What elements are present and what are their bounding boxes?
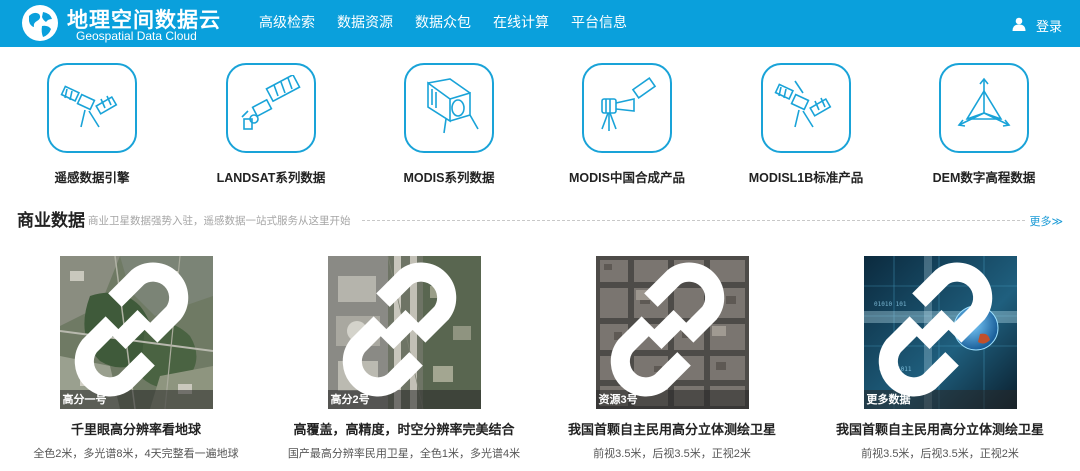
- card-description: 全色2米，多光谱8米，4天完整看一遍地球: [33, 448, 239, 460]
- product-icon-frame: [404, 63, 494, 153]
- card-gf2[interactable]: 高分2号 高覆盖，高精度，时空分辨率完美结合 国产最高分辨率民用卫星，全色1米，…: [284, 256, 524, 461]
- commercial-section-header: 商业数据 商业卫星数据强势入驻，遥感数据一站式服务从这里开始 更多≫: [17, 206, 1063, 230]
- card-description: 前视3.5米，后视3.5米，正视2米: [861, 448, 1019, 460]
- product-modis-china[interactable]: MODIS中国合成产品: [542, 63, 712, 186]
- product-shortcuts: 遥感数据引擎 LANDSAT系列数据 MODIS系列数据 MODIS中国合成产品…: [0, 63, 1080, 186]
- nav-platform-info[interactable]: 平台信息: [560, 0, 638, 47]
- modis-sensor-icon: [427, 78, 479, 134]
- product-label: MODISL1B标准产品: [748, 171, 864, 185]
- modis-china-satellite-icon: [601, 77, 657, 131]
- login-label: 登录: [1035, 18, 1062, 34]
- landsat-satellite-icon: [241, 75, 301, 130]
- product-icon-frame: [761, 63, 851, 153]
- product-rs-data-engine[interactable]: 遥感数据引擎: [7, 63, 177, 186]
- product-icon-frame: [582, 63, 672, 153]
- card-thumbnail[interactable]: 高分一号: [59, 256, 213, 409]
- link-icon: [610, 262, 724, 397]
- link-icon: [878, 262, 992, 397]
- modis-l1b-satellite-icon: [774, 80, 832, 128]
- logo-subtitle: Geospatial Data Cloud: [76, 29, 197, 43]
- top-header: 地理空间数据云 Geospatial Data Cloud 高级检索 数据资源 …: [0, 0, 1080, 47]
- nav-data-crowdsourcing[interactable]: 数据众包: [404, 0, 482, 47]
- nav-data-resources[interactable]: 数据资源: [326, 0, 404, 47]
- product-label: 遥感数据引擎: [54, 171, 130, 185]
- card-zy3[interactable]: 资源3号 我国首颗自主民用高分立体测绘卫星 前视3.5米，后视3.5米，正视2米: [552, 256, 792, 461]
- commercial-cards: 高分一号 千里眼高分辨率看地球 全色2米，多光谱8米，4天完整看一遍地球 高分2…: [0, 256, 1080, 471]
- card-thumbnail[interactable]: 01010 101 1101 010 0110 1011 更多数据: [863, 256, 1017, 409]
- product-label: LANDSAT系列数据: [216, 171, 326, 185]
- card-title: 高覆盖，高精度，时空分辨率完美结合: [293, 422, 515, 437]
- product-label: MODIS中国合成产品: [569, 171, 685, 185]
- card-thumbnail[interactable]: 高分2号: [327, 256, 481, 409]
- site-logo[interactable]: 地理空间数据云 Geospatial Data Cloud: [20, 3, 240, 43]
- product-modis[interactable]: MODIS系列数据: [364, 63, 534, 186]
- main-nav: 高级检索 数据资源 数据众包 在线计算 平台信息: [248, 0, 638, 47]
- product-label: DEM数字高程数据: [932, 171, 1036, 185]
- card-gf1[interactable]: 高分一号 千里眼高分辨率看地球 全色2米，多光谱8米，4天完整看一遍地球: [16, 256, 256, 461]
- product-dem[interactable]: DEM数字高程数据: [899, 63, 1069, 186]
- product-icon-frame: [226, 63, 316, 153]
- product-icon-frame: [47, 63, 137, 153]
- card-more-data[interactable]: 01010 101 1101 010 0110 1011 更多数据 我国首颗自主…: [820, 256, 1060, 461]
- satellite-icon: [60, 85, 118, 128]
- nav-online-computing[interactable]: 在线计算: [482, 0, 560, 47]
- section-divider: [362, 220, 1025, 221]
- login-link[interactable]: 登录: [1012, 0, 1062, 47]
- nav-advanced-search[interactable]: 高级检索: [248, 0, 326, 47]
- card-title: 千里眼高分辨率看地球: [70, 422, 201, 437]
- product-modis-l1b[interactable]: MODISL1B标准产品: [721, 63, 891, 186]
- card-description: 前视3.5米，后视3.5米，正视2米: [593, 448, 751, 460]
- card-title: 我国首颗自主民用高分立体测绘卫星: [567, 422, 776, 437]
- section-title: 商业数据: [17, 211, 85, 230]
- more-link[interactable]: 更多≫: [1029, 213, 1063, 229]
- link-icon: [74, 262, 188, 397]
- link-icon: [342, 262, 456, 397]
- card-title: 我国首颗自主民用高分立体测绘卫星: [835, 422, 1044, 437]
- user-icon: [1012, 17, 1026, 31]
- card-description: 国产最高分辨率民用卫星，全色1米，多光谱4米: [287, 448, 521, 460]
- dem-elevation-icon: [957, 77, 1011, 127]
- section-subtitle: 商业卫星数据强势入驻，遥感数据一站式服务从这里开始: [88, 215, 351, 227]
- product-landsat[interactable]: LANDSAT系列数据: [186, 63, 356, 186]
- globe-logo-icon: [22, 5, 58, 41]
- product-label: MODIS系列数据: [403, 171, 495, 185]
- card-thumbnail[interactable]: 资源3号: [595, 256, 749, 409]
- product-icon-frame: [939, 63, 1029, 153]
